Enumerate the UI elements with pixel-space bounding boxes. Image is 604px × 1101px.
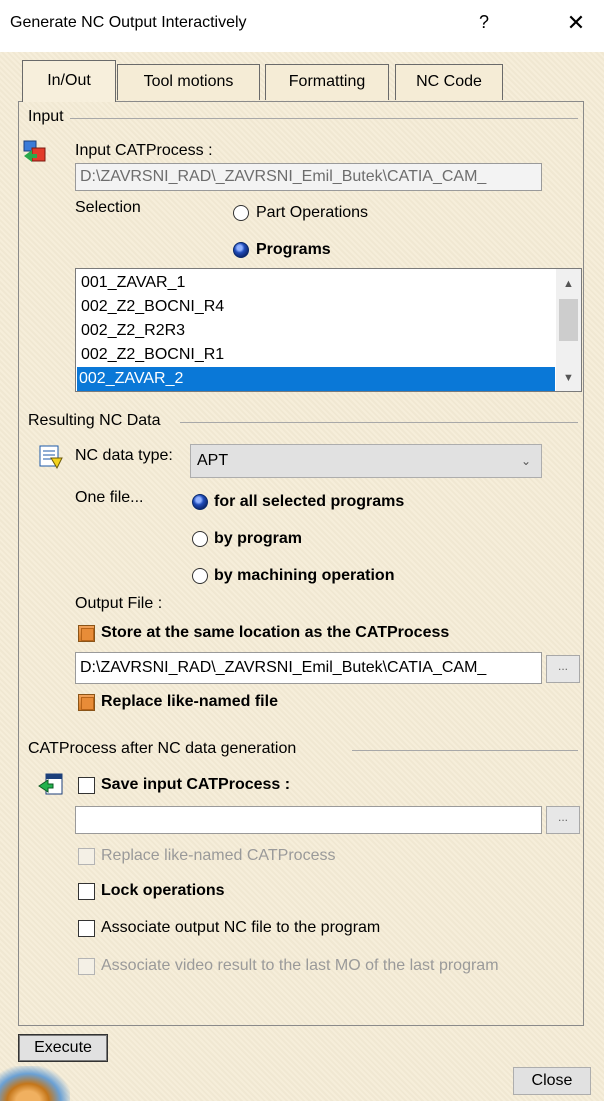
nc-data-type-select[interactable]: APT ⌄ [190,444,542,478]
list-item[interactable]: 002_Z2_R2R3 [79,319,185,343]
by-machining-operation-label: by machining operation [214,567,395,584]
programs-list[interactable]: 001_ZAVAR_1 002_Z2_BOCNI_R4 002_Z2_R2R3 … [75,268,582,392]
catprocess-icon [23,140,46,162]
save-catprocess-checkbox[interactable] [78,777,95,794]
one-file-label: One file... [75,489,144,506]
lock-operations-label: Lock operations [101,882,225,899]
title-bar: Generate NC Output Interactively ? ✕ [0,0,604,52]
list-item[interactable]: 001_ZAVAR_1 [79,271,185,295]
input-catprocess-path[interactable]: D:\ZAVRSNI_RAD\_ZAVRSNI_Emil_Butek\CATIA… [75,163,542,191]
output-file-path[interactable]: D:\ZAVRSNI_RAD\_ZAVRSNI_Emil_Butek\CATIA… [75,652,542,684]
by-program-radio[interactable] [192,531,208,547]
nc-data-type-label: NC data type: [75,447,173,464]
tab-nc-code[interactable]: NC Code [395,64,503,100]
associate-video-label: Associate video result to the last MO of… [101,957,499,974]
scroll-down-icon[interactable]: ▼ [556,367,581,389]
replace-file-checkbox[interactable] [78,694,95,711]
programs-label: Programs [256,241,331,258]
chevron-down-icon: ⌄ [520,454,531,468]
help-button[interactable]: ? [472,12,496,33]
output-browse-button[interactable]: ... [546,655,580,683]
scroll-up-icon[interactable]: ▲ [556,273,581,295]
save-catprocess-icon [38,773,63,795]
all-programs-radio[interactable] [192,494,208,510]
close-window-button[interactable]: ✕ [562,10,590,36]
replace-file-label: Replace like-named file [101,693,278,710]
input-group-divider [70,118,578,119]
after-group-label: CATProcess after NC data generation [28,740,297,757]
tab-tool-motions[interactable]: Tool motions [117,64,260,100]
associate-nc-label: Associate output NC file to the program [101,919,381,936]
programs-scrollbar[interactable]: ▲ ▼ [556,269,581,391]
app-logo-fragment [0,1066,70,1101]
save-catprocess-path[interactable] [75,806,542,834]
store-same-location-checkbox[interactable] [78,625,95,642]
scroll-thumb[interactable] [559,299,578,341]
nc-data-icon [39,445,63,470]
result-group-divider [180,422,578,423]
after-group-divider [352,750,578,751]
nc-data-type-value: APT [197,452,229,469]
part-operations-radio[interactable] [233,205,249,221]
store-same-location-label: Store at the same location as the CATPro… [101,624,450,641]
list-item[interactable]: 002_Z2_BOCNI_R4 [79,295,224,319]
lock-operations-checkbox[interactable] [78,883,95,900]
all-programs-label: for all selected programs [214,493,405,510]
tab-in-out[interactable]: In/Out [22,60,116,102]
input-catprocess-label: Input CATProcess : [75,142,213,159]
tab-formatting[interactable]: Formatting [265,64,389,100]
save-catprocess-label: Save input CATProcess : [101,776,291,793]
associate-video-checkbox [78,958,95,975]
input-group-label: Input [28,108,64,125]
replace-catprocess-label: Replace like-named CATProcess [101,847,336,864]
by-machining-operation-radio[interactable] [192,568,208,584]
output-file-label: Output File : [75,595,163,612]
result-group-label: Resulting NC Data [28,412,161,429]
window-title: Generate NC Output Interactively [10,14,247,31]
replace-catprocess-checkbox [78,848,95,865]
programs-radio[interactable] [233,242,249,258]
list-item-selected[interactable]: 002_ZAVAR_2 [77,367,555,391]
list-item[interactable]: 002_Z2_BOCNI_R1 [79,343,224,367]
selection-label: Selection [75,199,141,216]
execute-button[interactable]: Execute [18,1034,108,1062]
by-program-label: by program [214,530,303,547]
part-operations-label: Part Operations [256,204,369,221]
associate-nc-checkbox[interactable] [78,920,95,937]
save-browse-button[interactable]: ... [546,806,580,834]
close-button[interactable]: Close [513,1067,591,1095]
